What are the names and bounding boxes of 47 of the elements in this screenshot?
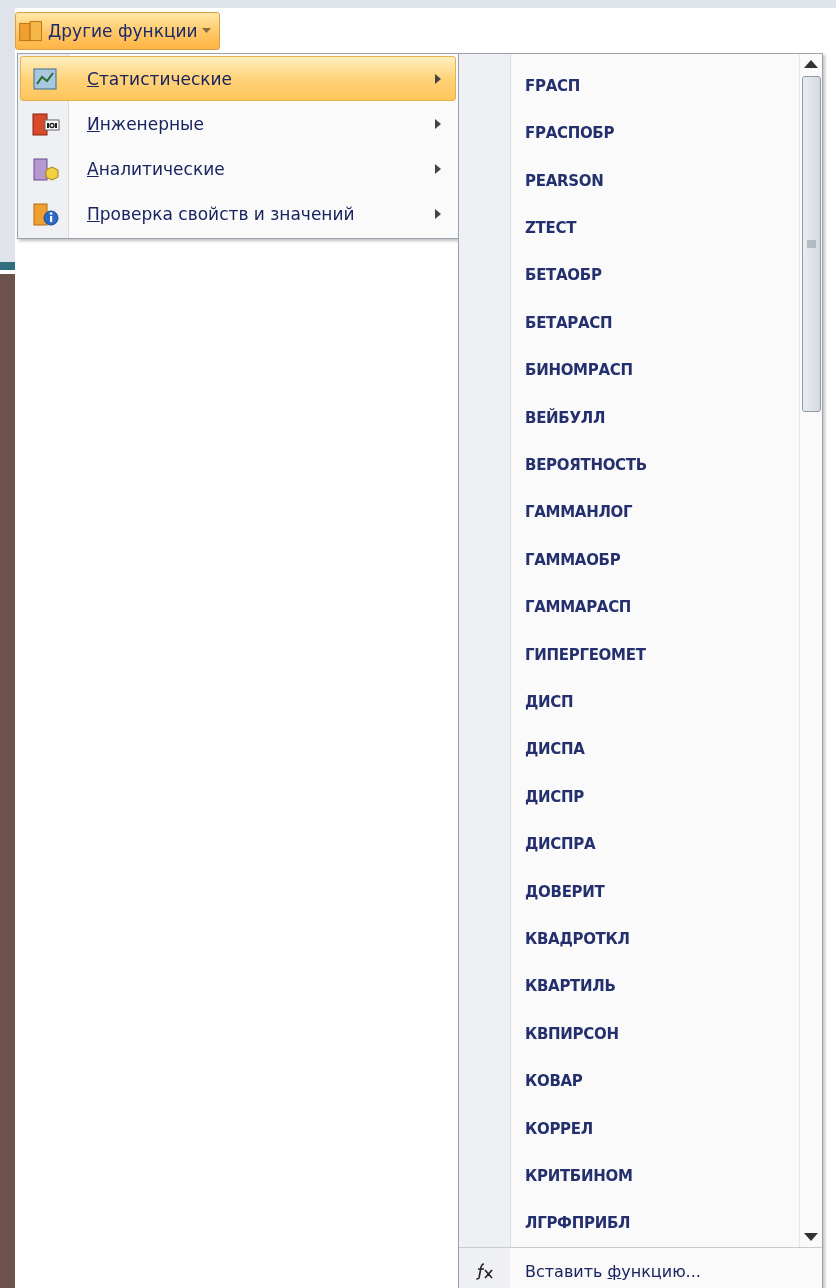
function-item[interactable]: КВАРТИЛЬ [511,962,799,1011]
function-item[interactable]: PEARSON [511,156,799,205]
function-item[interactable]: ZTECT [511,204,799,252]
scroll-up-icon[interactable] [804,60,818,68]
function-item[interactable]: БЕТАРАСП [511,299,799,347]
function-item[interactable]: ДИСП [511,678,799,726]
submenu-arrow-icon [435,208,441,219]
submenu-arrow-icon [435,118,441,129]
book-numbers-icon [31,110,61,137]
function-item[interactable]: ГАММАОБР [511,536,799,584]
scroll-thumb[interactable] [801,76,821,412]
function-item[interactable]: ВЕЙБУЛЛ [511,393,799,442]
function-item[interactable]: ВЕРОЯТНОСТЬ [511,441,799,489]
book-cube-icon [32,155,60,182]
chart-icon [32,65,60,92]
menu-item[interactable]: Проверка свойств и значений [20,191,456,236]
caret-icon [201,28,211,34]
function-icon [474,1262,495,1280]
insert-function-item[interactable]: Вставить функцию... [459,1247,822,1288]
function-item[interactable]: FРАСПОБР [511,109,799,157]
function-item[interactable]: ГАММАРАСП [511,583,799,631]
function-item[interactable]: FРАСП [511,62,799,110]
function-item[interactable]: ЛГРФПРИБЛ [511,1199,799,1248]
function-item[interactable]: БИНОМРАСП [511,346,799,394]
function-item[interactable]: ДОВЕРИТ [511,867,799,916]
function-item[interactable]: КОВАР [511,1057,799,1105]
function-item[interactable]: КОРРЕЛ [511,1104,799,1153]
scroll-down-icon[interactable] [804,1233,818,1241]
other-functions-button[interactable]: Другие функции [15,12,220,50]
accent-stripe [0,262,15,270]
function-item[interactable]: БЕТАОБР [511,251,799,300]
function-item[interactable]: ДИСПРА [511,820,799,868]
grip-icon [806,240,816,248]
book-info-icon [32,200,60,227]
books-icon [18,19,44,43]
submenu-arrow-icon [435,73,441,84]
function-item[interactable]: ГАММАНЛОГ [511,488,799,537]
function-item[interactable]: ДИСПА [511,725,799,774]
menu-item[interactable]: Инженерные [20,101,456,146]
function-item[interactable]: КРИТБИНОМ [511,1152,799,1200]
function-item[interactable]: КВАДРОТКЛ [511,915,799,963]
menu-item[interactable]: Аналитические [20,146,456,191]
submenu-arrow-icon [435,163,441,174]
function-item[interactable]: ГИПЕРГЕОМЕТ [511,630,799,679]
function-item[interactable]: КВПИРСОН [511,1010,799,1058]
function-item[interactable]: ДИСПР [511,773,799,821]
menu-item[interactable]: Статистические [20,56,456,101]
